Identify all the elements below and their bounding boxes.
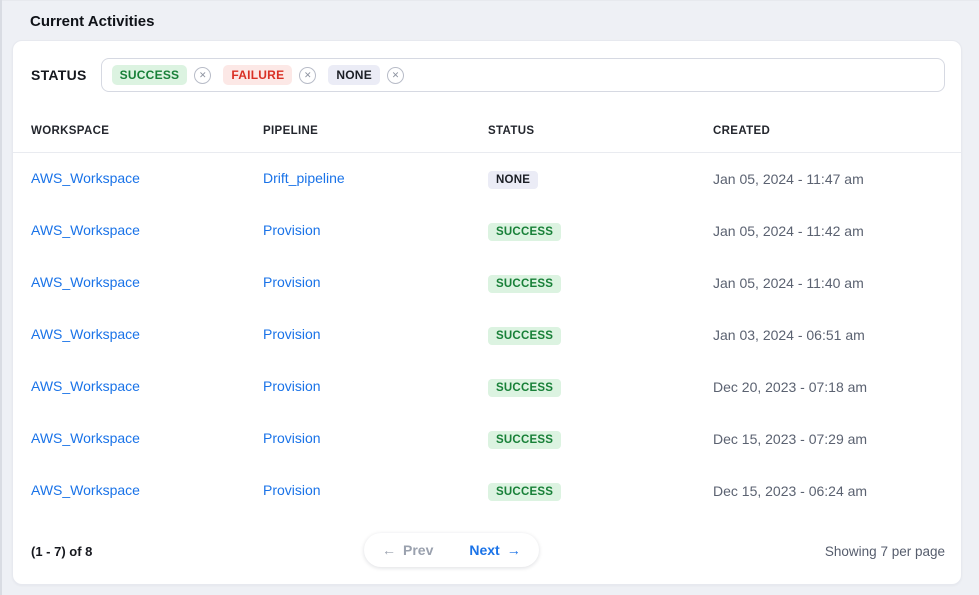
status-badge: SUCCESS	[488, 275, 561, 293]
workspace-link[interactable]: AWS_Workspace	[31, 274, 140, 290]
table-row: AWS_Workspace Drift_pipeline NONE Jan 05…	[13, 153, 961, 205]
status-badge: SUCCESS	[488, 483, 561, 501]
table-row: AWS_Workspace Provision SUCCESS Dec 15, …	[13, 465, 961, 517]
filter-tag: SUCCESS	[112, 65, 188, 85]
pagination-footer: (1 - 7) of 8 ← Prev Next → Showing 7 per…	[13, 517, 961, 585]
status-filter-input[interactable]: SUCCESS ✕ FAILURE ✕ NONE ✕	[101, 58, 945, 92]
status-badge: SUCCESS	[488, 327, 561, 345]
next-button[interactable]: Next →	[451, 533, 538, 567]
column-header-pipeline: PIPELINE	[263, 125, 488, 137]
table-row: AWS_Workspace Provision SUCCESS Jan 03, …	[13, 309, 961, 361]
filter-tag-group: FAILURE ✕	[223, 65, 316, 85]
workspace-link[interactable]: AWS_Workspace	[31, 482, 140, 498]
table-row: AWS_Workspace Provision SUCCESS Dec 15, …	[13, 413, 961, 465]
arrow-left-icon: ←	[382, 542, 396, 558]
column-header-status: STATUS	[488, 125, 713, 137]
pipeline-link[interactable]: Provision	[263, 430, 321, 446]
remove-tag-icon[interactable]: ✕	[194, 67, 211, 84]
prev-button-label: Prev	[403, 542, 433, 558]
remove-tag-icon[interactable]: ✕	[299, 67, 316, 84]
pipeline-link[interactable]: Provision	[263, 326, 321, 342]
status-badge: NONE	[488, 171, 538, 189]
created-cell: Dec 15, 2023 - 07:29 am	[713, 431, 945, 447]
filter-tag: NONE	[328, 65, 380, 85]
activities-card: STATUS SUCCESS ✕ FAILURE ✕ NONE ✕ WORKSP…	[12, 40, 962, 585]
workspace-link[interactable]: AWS_Workspace	[31, 430, 140, 446]
column-header-workspace: WORKSPACE	[31, 125, 263, 137]
next-button-label: Next	[469, 542, 499, 558]
filter-tag: FAILURE	[223, 65, 292, 85]
prev-button[interactable]: ← Prev	[364, 533, 451, 567]
column-header-created: CREATED	[713, 125, 945, 137]
status-badge: SUCCESS	[488, 431, 561, 449]
created-cell: Dec 15, 2023 - 06:24 am	[713, 483, 945, 499]
created-cell: Jan 05, 2024 - 11:40 am	[713, 275, 945, 291]
pipeline-link[interactable]: Provision	[263, 274, 321, 290]
pager: ← Prev Next →	[364, 533, 539, 567]
status-badge: SUCCESS	[488, 223, 561, 241]
workspace-link[interactable]: AWS_Workspace	[31, 326, 140, 342]
per-page-text: Showing 7 per page	[825, 544, 945, 559]
workspace-link[interactable]: AWS_Workspace	[31, 378, 140, 394]
table-row: AWS_Workspace Provision SUCCESS Jan 05, …	[13, 257, 961, 309]
filter-tag-group: NONE ✕	[328, 65, 404, 85]
pipeline-link[interactable]: Provision	[263, 378, 321, 394]
window-top-edge	[0, 0, 979, 1]
window-left-edge	[0, 0, 2, 595]
status-filter-row: STATUS SUCCESS ✕ FAILURE ✕ NONE ✕	[13, 41, 961, 109]
arrow-right-icon: →	[507, 542, 521, 558]
filter-tag-group: SUCCESS ✕	[112, 65, 212, 85]
table-body: AWS_Workspace Drift_pipeline NONE Jan 05…	[13, 153, 961, 517]
pipeline-link[interactable]: Drift_pipeline	[263, 170, 345, 186]
range-text: (1 - 7) of 8	[31, 544, 92, 559]
created-cell: Jan 05, 2024 - 11:47 am	[713, 171, 945, 187]
status-filter-label: STATUS	[31, 67, 87, 83]
created-cell: Dec 20, 2023 - 07:18 am	[713, 379, 945, 395]
page-title: Current Activities	[30, 13, 154, 30]
table-header-row: WORKSPACE PIPELINE STATUS CREATED	[13, 109, 961, 153]
created-cell: Jan 03, 2024 - 06:51 am	[713, 327, 945, 343]
table-row: AWS_Workspace Provision SUCCESS Jan 05, …	[13, 205, 961, 257]
created-cell: Jan 05, 2024 - 11:42 am	[713, 223, 945, 239]
workspace-link[interactable]: AWS_Workspace	[31, 170, 140, 186]
status-badge: SUCCESS	[488, 379, 561, 397]
table-row: AWS_Workspace Provision SUCCESS Dec 20, …	[13, 361, 961, 413]
pipeline-link[interactable]: Provision	[263, 482, 321, 498]
pipeline-link[interactable]: Provision	[263, 222, 321, 238]
remove-tag-icon[interactable]: ✕	[387, 67, 404, 84]
workspace-link[interactable]: AWS_Workspace	[31, 222, 140, 238]
